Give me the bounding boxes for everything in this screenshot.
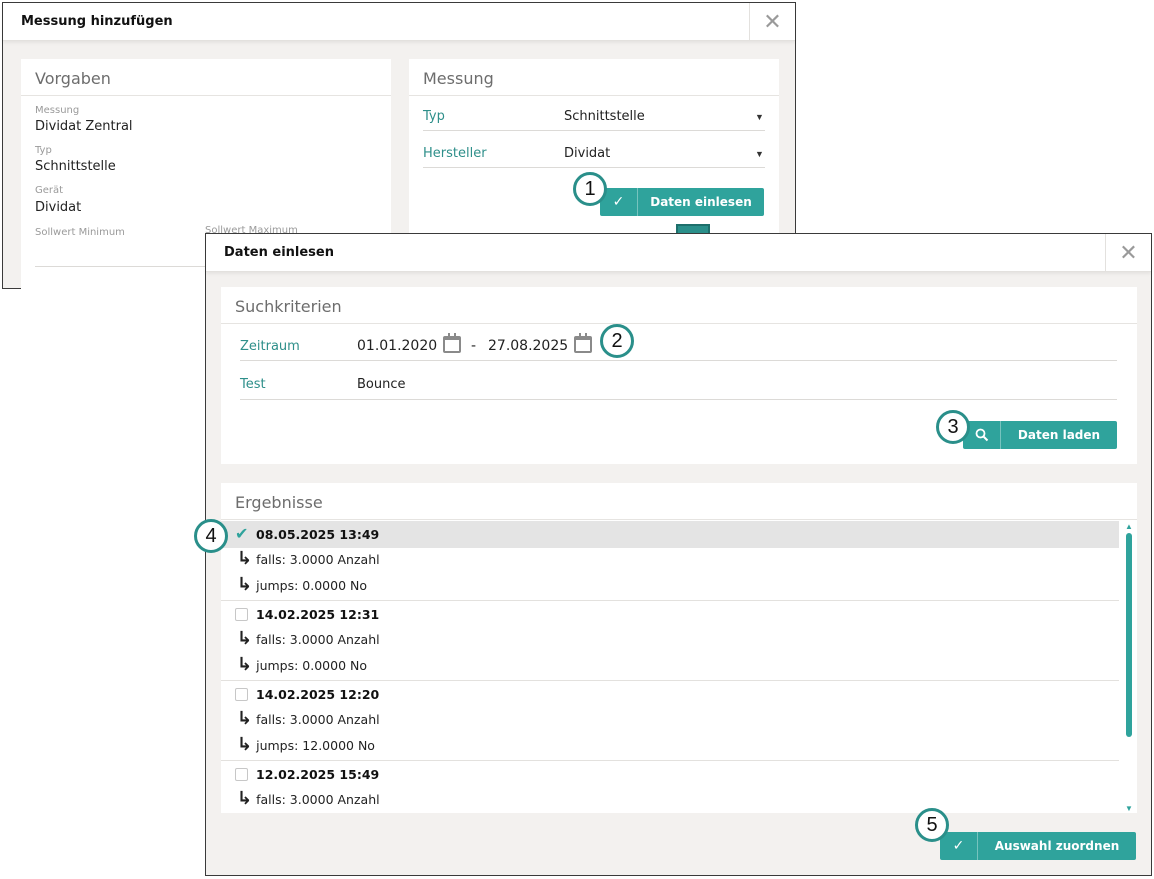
scroll-down-icon[interactable]: ▼ [1125, 804, 1133, 813]
result-header[interactable]: 14.02.2025 12:31 [221, 601, 1119, 628]
result-detail: ↳ jumps: 12.0000 No [237, 734, 375, 755]
daten-laden-button[interactable]: Daten laden [963, 421, 1117, 449]
typ-label: Typ [423, 109, 445, 124]
result-detail: ↳ jumps: 0.0000 No [237, 574, 367, 595]
daten-einlesen-button[interactable]: ✓ Daten einlesen [600, 188, 764, 216]
list-item[interactable]: 14.02.2025 12:31 ↳ falls: 3.0000 Anzahl ↳… [221, 601, 1119, 681]
result-detail-text: jumps: 12.0000 No [256, 738, 375, 753]
date-from-input[interactable]: 01.01.2020 [357, 338, 437, 354]
typ-underline [423, 130, 765, 131]
button-label: Daten laden [1017, 428, 1101, 442]
scroll-thumb[interactable] [1126, 533, 1132, 737]
scrollbar[interactable]: ▲ ▼ [1123, 521, 1135, 813]
hersteller-underline [423, 167, 765, 168]
typ-select-value[interactable]: Schnittstelle [564, 109, 645, 124]
suchkriterien-title: Suchkriterien [235, 297, 342, 316]
chevron-down-icon[interactable]: ▼ [755, 112, 764, 122]
field-label-sollwert-min: Sollwert Minimum [35, 227, 125, 238]
sub-arrow-icon: ↳ [237, 708, 253, 729]
divider [409, 95, 779, 96]
annotation-badge-1: 1 [573, 172, 607, 206]
divider [221, 519, 1137, 520]
result-datetime: 12.02.2025 15:49 [256, 767, 380, 782]
result-detail-text: jumps: 0.0000 No [256, 578, 368, 593]
hersteller-label: Hersteller [423, 146, 487, 161]
annotation-badge-4: 4 [194, 519, 228, 553]
sub-arrow-icon: ↳ [237, 788, 253, 809]
check-icon: ✓ [940, 832, 978, 860]
calendar-icon[interactable] [443, 333, 461, 353]
result-detail: ↳ falls: 3.0000 Anzahl [237, 788, 380, 809]
dialog-title: Messung hinzufügen [21, 14, 173, 29]
suchkriterien-panel: Suchkriterien Zeitraum 01.01.2020 - 27.0… [221, 287, 1137, 464]
result-detail-text: falls: 3.0000 Anzahl [256, 632, 380, 647]
date-to-input[interactable]: 27.08.2025 [488, 338, 568, 354]
field-value-typ: Schnittstelle [35, 159, 116, 174]
field-label-typ: Typ [35, 145, 52, 156]
list-item[interactable]: ✔ 08.05.2025 13:49 ↳ falls: 3.0000 Anzahl… [221, 521, 1119, 601]
dialog-daten-einlesen: Daten einlesen ✕ Suchkriterien Zeitraum … [205, 233, 1152, 876]
list-item[interactable]: 12.02.2025 15:49 ↳ falls: 3.0000 Anzahl [221, 761, 1119, 813]
auswahl-zuordnen-button[interactable]: ✓ Auswahl zuordnen [940, 832, 1136, 860]
list-item[interactable]: 14.02.2025 12:20 ↳ falls: 3.0000 Anzahl ↳… [221, 681, 1119, 761]
result-datetime: 14.02.2025 12:31 [256, 607, 380, 622]
date-separator: - [471, 338, 477, 354]
button-label: Daten einlesen [650, 195, 752, 209]
result-detail: ↳ falls: 3.0000 Anzahl [237, 548, 380, 569]
field-underline [35, 266, 205, 267]
field-value-geraet: Dividat [35, 200, 82, 215]
ergebnisse-panel: Ergebnisse ✔ 08.05.2025 13:49 ↳ falls: 3.… [221, 483, 1137, 813]
scroll-up-icon[interactable]: ▲ [1125, 522, 1133, 531]
divider [221, 323, 1137, 324]
divider [21, 95, 391, 96]
result-detail: ↳ jumps: 0.0000 No [237, 654, 367, 675]
results-list: ✔ 08.05.2025 13:49 ↳ falls: 3.0000 Anzahl… [221, 521, 1119, 813]
hersteller-select-value[interactable]: Dividat [564, 146, 610, 161]
dialog-header: Messung hinzufügen ✕ [3, 3, 795, 41]
result-detail: ↳ falls: 3.0000 Anzahl [237, 708, 380, 729]
chevron-down-icon[interactable]: ▼ [755, 149, 764, 159]
result-detail-text: falls: 3.0000 Anzahl [256, 712, 380, 727]
check-icon[interactable]: ✔ [235, 527, 248, 543]
result-header[interactable]: 12.02.2025 15:49 [221, 761, 1119, 788]
close-icon[interactable]: ✕ [1105, 234, 1151, 272]
sub-arrow-icon: ↳ [237, 734, 253, 755]
test-underline [240, 399, 1117, 400]
result-detail-text: falls: 3.0000 Anzahl [256, 792, 380, 807]
button-label: Auswahl zuordnen [994, 839, 1120, 853]
sub-arrow-icon: ↳ [237, 574, 253, 595]
field-value-messung: Dividat Zentral [35, 119, 133, 134]
sub-arrow-icon: ↳ [237, 628, 253, 649]
checkbox[interactable] [235, 768, 248, 781]
calendar-icon[interactable] [574, 333, 592, 353]
close-icon[interactable]: ✕ [749, 3, 795, 41]
test-label: Test [240, 377, 266, 392]
checkbox[interactable] [235, 688, 248, 701]
checkbox[interactable] [235, 608, 248, 621]
result-detail: ↳ falls: 3.0000 Anzahl [237, 628, 380, 649]
sub-arrow-icon: ↳ [237, 654, 253, 675]
annotation-badge-2: 2 [600, 324, 634, 358]
result-detail-text: jumps: 0.0000 No [256, 658, 368, 673]
messung-title: Messung [423, 69, 494, 88]
field-label-messung: Messung [35, 105, 80, 116]
vorgaben-title: Vorgaben [35, 69, 111, 88]
result-datetime: 08.05.2025 13:49 [256, 527, 380, 542]
field-label-geraet: Gerät [35, 185, 64, 196]
result-detail-text: falls: 3.0000 Anzahl [256, 552, 380, 567]
result-header[interactable]: 14.02.2025 12:20 [221, 681, 1119, 708]
sub-arrow-icon: ↳ [237, 548, 253, 569]
annotation-badge-5: 5 [915, 808, 949, 842]
zeitraum-label: Zeitraum [240, 339, 300, 354]
zeitraum-underline [240, 360, 1117, 361]
ergebnisse-title: Ergebnisse [235, 493, 323, 512]
messung-panel: Messung Typ Schnittstelle ▼ Hersteller D… [409, 59, 779, 234]
annotation-badge-3: 3 [936, 410, 970, 444]
dialog-header: Daten einlesen ✕ [206, 234, 1151, 272]
dialog-title: Daten einlesen [224, 245, 334, 260]
result-header[interactable]: ✔ 08.05.2025 13:49 [221, 521, 1119, 548]
result-datetime: 14.02.2025 12:20 [256, 687, 380, 702]
test-value[interactable]: Bounce [357, 377, 406, 392]
